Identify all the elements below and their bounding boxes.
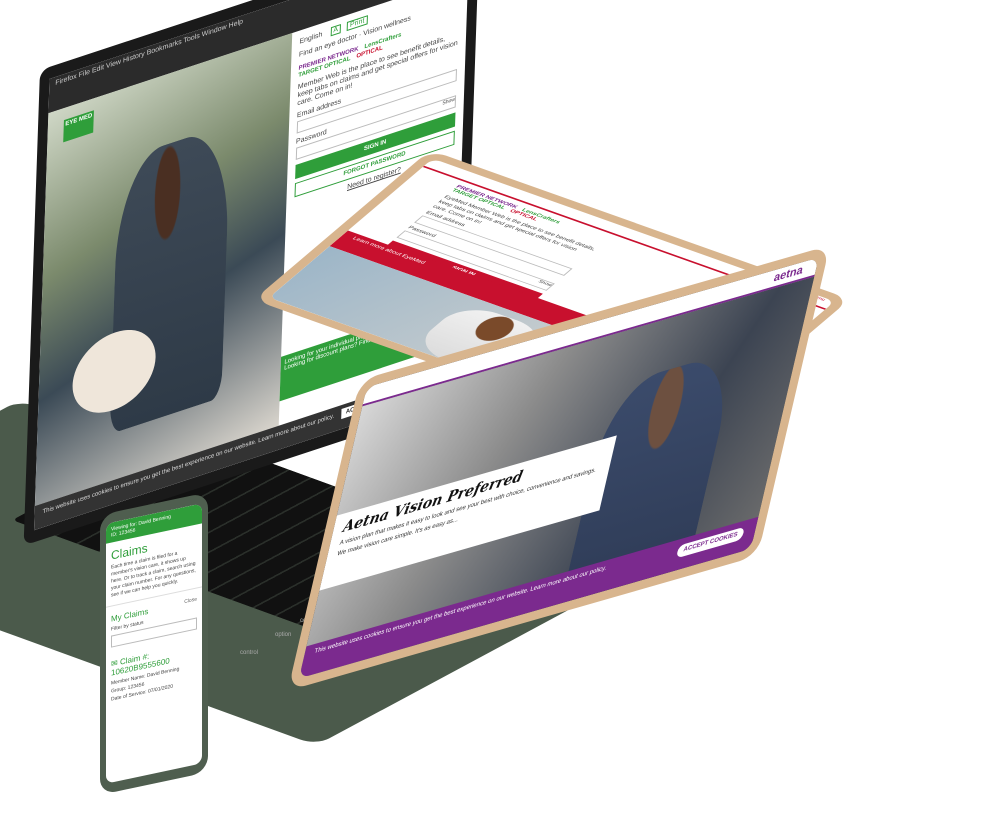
print-button[interactable]: Print <box>346 15 368 32</box>
show-password-toggle[interactable]: Show <box>442 97 455 107</box>
language-select[interactable]: English <box>299 31 322 46</box>
browser-menu-window[interactable]: Window <box>202 24 227 39</box>
browser-menu-help[interactable]: Help <box>228 18 243 30</box>
browser-menu-file[interactable]: File <box>79 69 91 80</box>
close-toggle[interactable]: Close <box>184 596 197 605</box>
browser-menu-bookmarks[interactable]: Bookmarks <box>147 38 182 57</box>
browser-menu-tools[interactable]: Tools <box>183 32 200 44</box>
browser-menu-firefox[interactable]: Firefox <box>55 73 77 87</box>
key-control: control <box>240 650 259 656</box>
browser-menu-history[interactable]: History <box>123 51 145 65</box>
browser-menu-edit[interactable]: Edit <box>92 64 104 75</box>
text-size-button[interactable]: A <box>330 23 342 37</box>
key-option: option <box>275 632 292 638</box>
browser-menu-view[interactable]: View <box>106 58 121 70</box>
phone: Viewing for: David Benning ID: 123456 Cl… <box>100 492 208 795</box>
claims-page: Viewing for: David Benning ID: 123456 Cl… <box>106 503 202 784</box>
